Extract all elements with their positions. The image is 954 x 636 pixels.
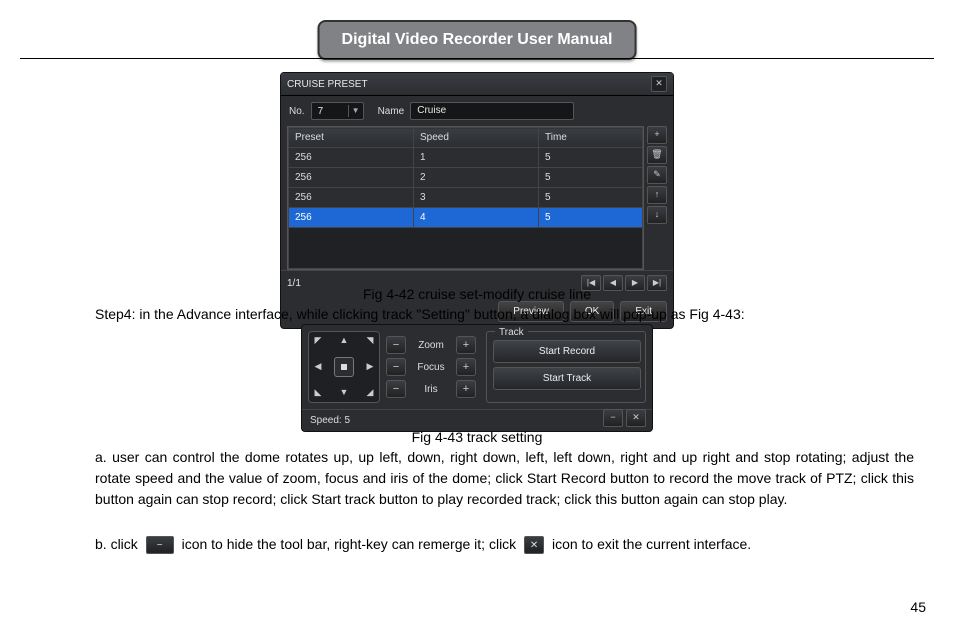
start-track-button[interactable]: Start Track <box>493 367 641 390</box>
trash-icon: 🗑 <box>651 148 662 162</box>
speed-label: Speed: <box>310 415 342 426</box>
no-combo[interactable]: 7 ▼ <box>311 102 364 120</box>
horizontal-rule <box>20 58 934 59</box>
track-legend: Track <box>495 325 528 340</box>
chevron-down-icon: ▼ <box>348 105 363 117</box>
name-label: Name <box>378 104 405 119</box>
speed-value: 5 <box>344 415 350 426</box>
minimize-icon: − <box>146 536 174 554</box>
figure-caption-2: Fig 4-43 track setting <box>412 427 543 448</box>
ptz-dpad: ▲ ◥ ▶ ◢ ▼ ◣ ◀ ◤ <box>308 331 380 403</box>
table-row[interactable]: 25645 <box>289 208 643 228</box>
close-icon: ✕ <box>524 536 544 554</box>
pencil-icon: ✎ <box>653 168 661 182</box>
dpad-down-icon[interactable]: ▼ <box>337 386 351 400</box>
dpad-down-left-icon[interactable]: ◣ <box>311 386 325 400</box>
page-number: 45 <box>910 597 926 618</box>
no-value: 7 <box>312 104 348 119</box>
table-row[interactable]: 25635 <box>289 188 643 208</box>
dpad-up-icon[interactable]: ▲ <box>337 334 351 348</box>
add-button[interactable]: + <box>647 126 667 144</box>
dialog-title: CRUISE PRESET <box>287 77 368 92</box>
dpad-left-icon[interactable]: ◀ <box>311 360 325 374</box>
dpad-right-icon[interactable]: ▶ <box>363 360 377 374</box>
step4-text: Step4: in the Advance interface, while c… <box>95 304 914 325</box>
table-row <box>289 228 643 269</box>
table-row[interactable]: 25615 <box>289 148 643 168</box>
dpad-up-left-icon[interactable]: ◤ <box>311 334 325 348</box>
name-input[interactable]: Cruise <box>410 102 574 120</box>
zoom-out-button[interactable]: − <box>386 336 406 354</box>
paragraph-a: a. user can control the dome rotates up,… <box>95 447 914 510</box>
minimize-icon[interactable]: − <box>603 409 623 427</box>
focus-far-button[interactable]: + <box>456 358 476 376</box>
dpad-down-right-icon[interactable]: ◢ <box>363 386 377 400</box>
preset-grid: Preset Speed Time 25615 25625 25635 2564… <box>287 126 644 270</box>
pager-last-icon[interactable]: ▶| <box>647 275 667 291</box>
delete-button[interactable]: 🗑 <box>647 146 667 164</box>
page-title-banner: Digital Video Recorder User Manual <box>318 20 637 60</box>
track-group: Track Start Record Start Track <box>486 331 646 403</box>
dialog-titlebar: CRUISE PRESET ✕ <box>281 73 673 96</box>
zoom-in-button[interactable]: + <box>456 336 476 354</box>
col-time[interactable]: Time <box>539 128 643 148</box>
edit-button[interactable]: ✎ <box>647 166 667 184</box>
close-icon[interactable]: ✕ <box>651 76 667 92</box>
dpad-stop-icon[interactable] <box>334 357 354 377</box>
close-icon[interactable]: ✕ <box>626 409 646 427</box>
dpad-up-right-icon[interactable]: ◥ <box>363 334 377 348</box>
move-up-button[interactable]: ↑ <box>647 186 667 204</box>
start-record-button[interactable]: Start Record <box>493 340 641 363</box>
track-setting-dialog: ▲ ◥ ▶ ◢ ▼ ◣ ◀ ◤ − Zoom + − Focus + <box>301 324 653 432</box>
move-down-button[interactable]: ↓ <box>647 206 667 224</box>
pager-prev-icon[interactable]: ◀ <box>603 275 623 291</box>
paragraph-b: b. click − icon to hide the tool bar, ri… <box>95 534 914 555</box>
focus-label: Focus <box>412 360 450 375</box>
iris-label: Iris <box>412 382 450 397</box>
no-label: No. <box>289 104 305 119</box>
focus-near-button[interactable]: − <box>386 358 406 376</box>
iris-close-button[interactable]: − <box>386 380 406 398</box>
col-speed[interactable]: Speed <box>413 128 538 148</box>
lens-controls: − Zoom + − Focus + − Iris + <box>386 331 476 403</box>
zoom-label: Zoom <box>412 338 450 353</box>
table-row[interactable]: 25625 <box>289 168 643 188</box>
col-preset[interactable]: Preset <box>289 128 414 148</box>
page-indicator: 1/1 <box>287 276 301 291</box>
pager-next-icon[interactable]: ▶ <box>625 275 645 291</box>
iris-open-button[interactable]: + <box>456 380 476 398</box>
figure-caption-1: Fig 4-42 cruise set-modify cruise line <box>363 284 591 305</box>
